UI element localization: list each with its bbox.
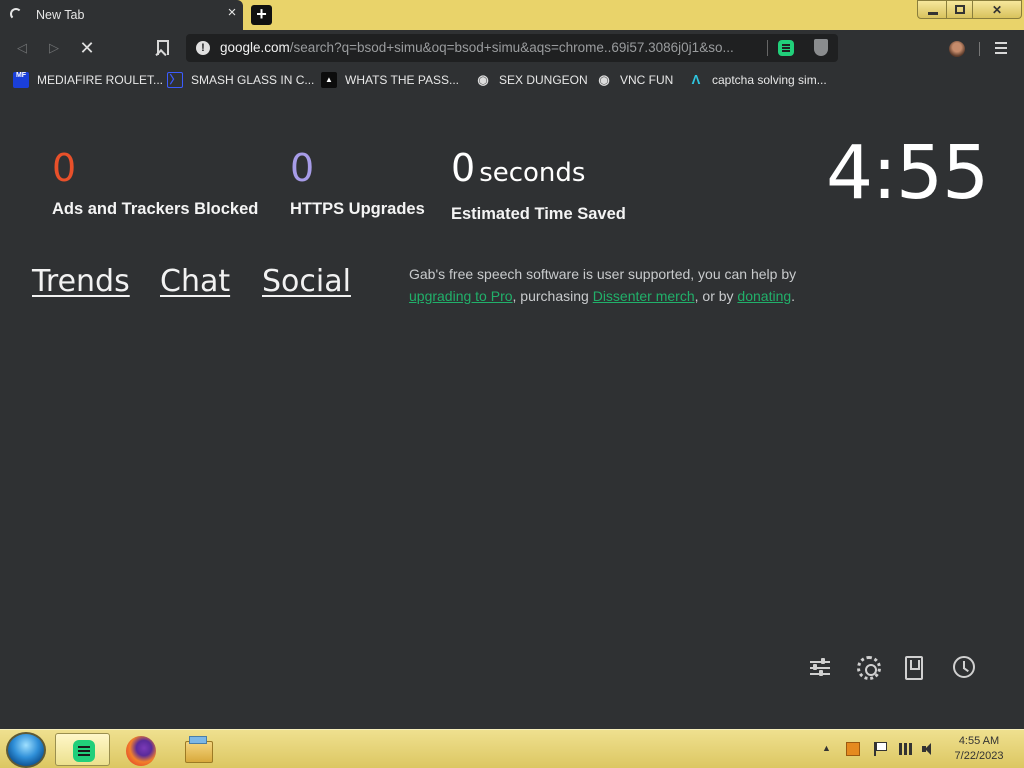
close-icon: ✕ [991,3,1003,17]
arch-logo-icon: Λ [691,72,701,87]
taskbar-app-gab-dissenter[interactable] [55,733,110,766]
minimize-button[interactable] [917,0,947,19]
stat-value: 0 [52,146,77,190]
bookmark-page-icon[interactable] [157,40,169,55]
bookmarks-icon[interactable] [905,656,923,680]
window-controls: ✕ [917,0,1024,19]
address-bar[interactable]: ! google.com/search?q=bsod+simu&oq=bsod+… [186,34,838,62]
stat-value: 0 [290,146,315,190]
loading-spinner-icon [10,8,22,20]
gab-icon [73,740,95,762]
tab-close-button[interactable]: × [224,5,240,21]
trends-link[interactable]: Trends [32,264,130,299]
globe-icon: ◉ [598,72,610,87]
bookmark-item[interactable]: Λcaptcha solving sim... [688,72,827,88]
bookmark-label: WHATS THE PASS... [345,73,460,87]
taskbar-clock[interactable]: 4:55 AM 7/22/2023 [948,734,1010,764]
url-divider [767,40,768,56]
stat-https-upgrades: 0 HTTPS Upgrades [290,146,425,219]
maximize-button[interactable] [946,0,973,19]
tab-new-tab[interactable]: New Tab × [0,0,243,30]
stat-unit: seconds [479,158,586,188]
maximize-icon [955,5,965,14]
folder-icon [185,736,213,763]
menu-icon[interactable] [995,42,1007,54]
stat-caption: HTTPS Upgrades [290,200,425,218]
firefox-icon [126,736,156,766]
forward-button[interactable]: ▷ [45,39,63,57]
dissenter-merch-link[interactable]: Dissenter merch [593,288,695,304]
site-info-icon[interactable]: ! [196,41,210,55]
upgrade-pro-link[interactable]: upgrading to Pro [409,288,513,304]
bookmark-item[interactable]: MF MEDIAFIRE ROULET... [13,72,163,88]
bookmark-label: captcha solving sim... [712,73,827,87]
sliders-icon[interactable] [808,656,832,680]
bookmark-item[interactable]: ◉ SEX DUNGEON [475,72,588,88]
taskbar-date: 7/22/2023 [954,750,1004,762]
note-text: Gab's free speech software is user suppo… [409,266,797,282]
social-link[interactable]: Social [262,264,351,299]
gab-support-note: Gab's free speech software is user suppo… [409,263,804,307]
antivirus-icon[interactable] [846,742,860,756]
url-path: /search?q=bsod+simu&oq=bsod+simu&aqs=chr… [289,40,734,55]
network-icon[interactable] [899,743,913,755]
bookmarks-bar: MF MEDIAFIRE ROULET... 〉 SMASH GLASS IN C.… [0,66,1024,92]
new-tab-button[interactable]: + [251,5,272,25]
volume-icon[interactable] [922,742,936,756]
url-text[interactable]: google.com/search?q=bsod+simu&oq=bsod+si… [220,40,760,55]
show-hidden-icons-button[interactable]: ▲ [822,743,831,753]
stat-ads-blocked: 0 Ads and Trackers Blocked [52,146,258,219]
chat-link[interactable]: Chat [160,264,230,299]
tab-title: New Tab [36,8,85,22]
note-text: , or by [694,288,738,304]
gab-extension-icon[interactable] [778,40,794,56]
taskbar: ▲ 4:55 AM 7/22/2023 [0,729,1024,768]
bookmark-item[interactable]: ◉ VNC FUN [596,72,673,88]
note-text: , purchasing [512,288,593,304]
profile-avatar[interactable] [949,41,965,57]
bookmark-item[interactable]: ▲ WHATS THE PASS... [321,72,459,88]
globe-icon: ◉ [477,72,489,87]
history-icon[interactable] [953,656,975,678]
stat-value: 0 [451,146,476,190]
bookmark-item[interactable]: 〉 SMASH GLASS IN C... [167,72,314,88]
stop-loading-button[interactable]: ✕ [78,39,96,57]
start-button[interactable] [6,732,46,768]
bookmark-label: MEDIAFIRE ROULET... [37,73,164,87]
title-bar: New Tab × + ✕ [0,0,1024,30]
note-text: . [791,288,796,304]
mediafire-icon: MF [13,72,29,88]
close-window-button[interactable]: ✕ [972,0,1022,19]
bookmark-label: SEX DUNGEON [499,73,588,87]
stat-caption: Estimated Time Saved [451,205,626,223]
donate-link[interactable]: donating [737,288,791,304]
shield-icon[interactable] [814,39,828,56]
bookmark-label: SMASH GLASS IN C... [191,73,315,87]
taskbar-time: 4:55 AM [958,735,1000,747]
stat-value-row: 0 seconds [451,146,626,195]
toolbar-divider [979,42,980,56]
minimize-icon [928,12,938,15]
taskbar-app-firefox[interactable] [122,733,162,766]
taskbar-app-file-explorer[interactable] [180,733,220,766]
stat-caption: Ads and Trackers Blocked [52,200,259,218]
bookmark-label: VNC FUN [620,73,674,87]
system-tray: ▲ [818,730,948,768]
gear-icon[interactable] [857,656,881,680]
chevron-logo-icon: 〉 [167,72,183,88]
action-center-flag-icon[interactable] [874,742,888,756]
back-button[interactable]: ◁ [13,39,31,57]
clock: 4:55 [826,130,989,216]
url-host: google.com [220,40,290,55]
stat-time-saved: 0 seconds Estimated Time Saved [451,146,626,224]
site-icon: ▲ [321,72,337,88]
